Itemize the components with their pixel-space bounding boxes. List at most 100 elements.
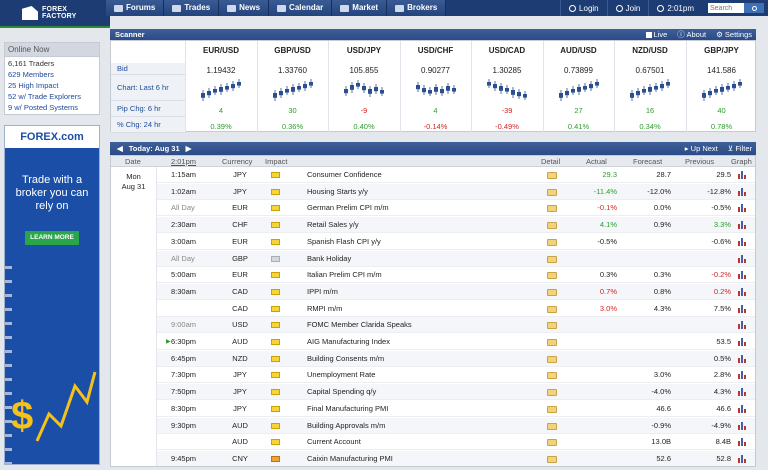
impact-folder-icon[interactable] (271, 238, 280, 245)
impact-folder-icon[interactable] (271, 272, 280, 279)
nav-calendar[interactable]: Calendar (269, 0, 333, 16)
event-name[interactable]: AIG Manufacturing Index (307, 334, 527, 350)
event-name[interactable]: Building Consents m/m (307, 351, 527, 367)
detail-folder-icon[interactable] (547, 389, 557, 397)
calendar-row[interactable]: All Day GBP Bank Holiday (157, 250, 755, 267)
calendar-row[interactable]: 5:00am EUR Italian Prelim CPI m/m 0.3% 0.3% -… (157, 267, 755, 284)
online-item[interactable]: 52 w/ Trade Explorers (8, 91, 96, 102)
detail-folder-icon[interactable] (547, 439, 557, 447)
graph-icon[interactable] (738, 171, 748, 179)
forexfactory-logo[interactable]: FOREX FACTORY (0, 0, 110, 28)
impact-folder-icon[interactable] (271, 188, 280, 195)
graph-icon[interactable] (738, 204, 748, 213)
scanner-pair-eurusd[interactable]: EUR/USD 1.19432 4 0.39% (185, 41, 256, 133)
nav-market[interactable]: Market (332, 0, 388, 16)
detail-folder-icon[interactable] (547, 339, 557, 346)
event-name[interactable]: Consumer Confidence (307, 167, 527, 183)
detail-folder-icon[interactable] (547, 238, 557, 246)
search-button[interactable] (744, 3, 764, 13)
today-label[interactable]: Today: Aug 31 (129, 144, 180, 153)
detail-folder-icon[interactable] (547, 172, 557, 179)
calendar-row[interactable]: 7:30pm JPY Unemployment Rate 3.0% 2.8% (157, 367, 755, 384)
impact-folder-icon[interactable] (271, 355, 280, 362)
login-link[interactable]: Login (560, 0, 607, 16)
detail-folder-icon[interactable] (547, 422, 557, 430)
event-name[interactable]: Capital Spending q/y (307, 384, 527, 400)
about-link[interactable]: ⓘ About (677, 29, 706, 40)
calendar-row[interactable]: AUD Current Account 13.0B 8.4B (157, 434, 755, 451)
impact-folder-icon[interactable] (271, 222, 280, 229)
scanner-pair-gbpusd[interactable]: GBP/USD 1.33760 30 0.36% (256, 41, 328, 133)
scanner-pair-usdchf[interactable]: USD/CHF 0.90277 4 -0.14% (399, 41, 471, 133)
scanner-pair-usdcad[interactable]: USD/CAD 1.30285 -39 -0.49% (471, 41, 542, 133)
calendar-row[interactable]: 7:50pm JPY Capital Spending q/y -4.0% 4.3% (157, 384, 755, 401)
graph-icon[interactable] (738, 454, 748, 463)
event-name[interactable]: RMPI m/m (307, 301, 527, 317)
impact-folder-icon[interactable] (271, 322, 280, 329)
detail-folder-icon[interactable] (547, 205, 557, 213)
join-link[interactable]: Join (606, 0, 649, 16)
graph-icon[interactable] (738, 421, 748, 430)
graph-icon[interactable] (738, 254, 748, 263)
calendar-row[interactable]: 1:02am JPY Housing Starts y/y -11.4% -12.0% -… (157, 183, 755, 200)
graph-icon[interactable] (738, 221, 748, 230)
detail-folder-icon[interactable] (547, 272, 557, 280)
forex-com-ad[interactable]: FOREX.com Trade with a broker you can re… (4, 125, 100, 465)
event-name[interactable]: Bank Holiday (307, 251, 527, 267)
event-name[interactable]: Caixin Manufacturing PMI (307, 451, 527, 466)
calendar-row[interactable]: 9:30pm AUD Building Approvals m/m -0.9% -4.9… (157, 417, 755, 434)
detail-folder-icon[interactable] (547, 255, 557, 263)
graph-icon[interactable] (738, 304, 748, 313)
settings-link[interactable]: ⚙ Settings (716, 29, 752, 40)
event-name[interactable]: Unemployment Rate (307, 367, 527, 383)
detail-folder-icon[interactable] (547, 455, 557, 463)
graph-icon[interactable] (738, 187, 748, 196)
search-input[interactable] (708, 3, 744, 13)
calendar-row[interactable]: All Day EUR German Prelim CPI m/m -0.1% 0.0%… (157, 200, 755, 217)
impact-folder-icon[interactable] (271, 255, 280, 262)
detail-folder-icon[interactable] (547, 355, 557, 363)
online-item[interactable]: 9 w/ Posted Systems (8, 102, 96, 113)
impact-folder-icon[interactable] (271, 455, 280, 462)
detail-folder-icon[interactable] (547, 372, 557, 380)
detail-folder-icon[interactable] (547, 188, 557, 196)
impact-folder-icon[interactable] (271, 205, 280, 212)
graph-icon[interactable] (738, 438, 748, 447)
event-name[interactable]: Housing Starts y/y (307, 184, 527, 200)
online-item[interactable]: 629 Members (8, 69, 96, 80)
up-next-link[interactable]: ▸ Up Next (685, 142, 718, 155)
impact-folder-icon[interactable] (271, 172, 280, 178)
detail-folder-icon[interactable] (547, 305, 557, 313)
scanner-pair-audusd[interactable]: AUD/USD 0.73899 27 0.41% (542, 41, 614, 133)
nav-brokers[interactable]: Brokers (387, 0, 447, 16)
calendar-row[interactable]: ▶ 6:30pm AUD AIG Manufacturing Index 53.5 (157, 334, 755, 350)
calendar-row[interactable]: CAD RMPI m/m 3.0% 4.3% 7.5% (157, 301, 755, 317)
event-name[interactable]: FOMC Member Clarida Speaks (307, 317, 527, 333)
impact-folder-icon[interactable] (271, 339, 280, 345)
scanner-pair-nzdusd[interactable]: NZD/USD 0.67501 16 0.34% (614, 41, 685, 133)
event-name[interactable]: Current Account (307, 434, 527, 450)
graph-icon[interactable] (738, 287, 748, 296)
prev-day-arrow[interactable]: ◀ (117, 142, 123, 155)
next-day-arrow[interactable]: ▶ (186, 142, 192, 155)
detail-folder-icon[interactable] (547, 405, 557, 413)
nav-forums[interactable]: Forums (106, 0, 165, 16)
online-item[interactable]: 25 High Impact (8, 80, 96, 91)
impact-folder-icon[interactable] (271, 405, 280, 412)
impact-folder-icon[interactable] (271, 439, 280, 446)
impact-folder-icon[interactable] (271, 288, 280, 295)
event-name[interactable]: Italian Prelim CPI m/m (307, 267, 527, 283)
impact-folder-icon[interactable] (271, 305, 280, 312)
calendar-row[interactable]: 8:30am CAD IPPI m/m 0.7% 0.8% 0.2% (157, 283, 755, 300)
detail-folder-icon[interactable] (547, 322, 557, 330)
graph-icon[interactable] (738, 271, 748, 280)
calendar-row[interactable]: 2:30am CHF Retail Sales y/y 4.1% 0.9% 3.3% (157, 217, 755, 234)
nav-news[interactable]: News (219, 0, 270, 16)
graph-icon[interactable] (738, 354, 748, 363)
learn-more-button[interactable]: LEARN MORE (25, 231, 79, 245)
calendar-row[interactable]: 1:15am JPY Consumer Confidence 29.3 28.7 29.5 (157, 167, 755, 183)
event-name[interactable]: Final Manufacturing PMI (307, 401, 527, 417)
graph-icon[interactable] (738, 321, 748, 330)
filter-link[interactable]: ⊻ Filter (728, 142, 752, 155)
live-checkbox[interactable] (645, 32, 652, 38)
